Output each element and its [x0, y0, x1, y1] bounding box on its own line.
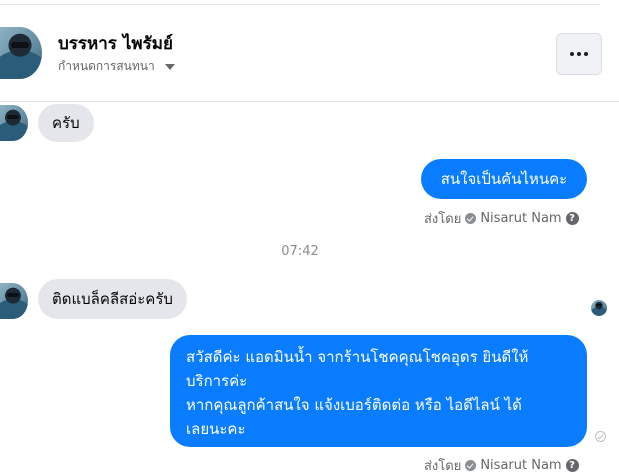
conversation-settings-label: กำหนดการสนทนา	[58, 59, 155, 73]
sent-by-info: ส่งโดย Nisarut Nam ?	[424, 208, 579, 229]
outgoing-message[interactable]: สนใจเป็นคันไหนคะ	[421, 159, 587, 199]
contact-avatar[interactable]	[0, 27, 42, 79]
outgoing-message[interactable]: สวัสดีค่ะ แอดมินน้ำ จากร้านโชคคุณโชคอุดร…	[170, 335, 587, 447]
contact-name[interactable]: บรรหาร ไพรัมย์	[58, 30, 173, 57]
help-icon[interactable]: ?	[565, 459, 579, 472]
more-options-button[interactable]	[556, 33, 602, 75]
delivered-check-icon	[595, 431, 606, 442]
sent-by-name: Nisarut Nam	[480, 211, 562, 226]
sender-avatar[interactable]	[0, 105, 28, 141]
message-text: ติดแบล็คลีสอ่ะครับ	[52, 290, 173, 308]
message-line: หากคุณลูกค้าสนใจ แจ้งเบอร์ติดต่อ หรือ ไอ…	[186, 396, 522, 414]
sender-avatar[interactable]	[0, 283, 28, 319]
ellipsis-dot	[577, 52, 581, 56]
incoming-message[interactable]: ติดแบล็คลีสอ่ะครับ	[38, 279, 187, 319]
sent-by-name: Nisarut Nam	[480, 458, 562, 473]
message-line: เลยนะคะ	[186, 420, 246, 438]
message-line: บริการค่ะ	[186, 372, 248, 390]
ellipsis-dot	[584, 52, 588, 56]
conversation-settings-dropdown[interactable]: กำหนดการสนทนา	[58, 57, 175, 76]
page-admin-icon	[465, 460, 477, 471]
incoming-message[interactable]: ครับ	[38, 104, 94, 142]
sent-by-label: ส่งโดย	[424, 212, 462, 227]
conversation-header: บรรหาร ไพรัมย์ กำหนดการสนทนา	[0, 5, 619, 102]
page-admin-icon	[465, 213, 477, 224]
message-timestamp: 07:42	[281, 244, 319, 259]
ellipsis-icon	[570, 52, 574, 56]
help-icon[interactable]: ?	[565, 212, 579, 225]
seen-indicator-avatar	[591, 300, 607, 316]
caret-down-icon	[164, 63, 175, 70]
message-text: ครับ	[52, 114, 80, 132]
message-text: สนใจเป็นคันไหนคะ	[440, 170, 568, 188]
message-line: สวัสดีค่ะ แอดมินน้ำ จากร้านโชคคุณโชคอุดร…	[186, 348, 529, 366]
sent-by-label: ส่งโดย	[424, 459, 462, 474]
sent-by-info: ส่งโดย Nisarut Nam ?	[424, 455, 579, 476]
